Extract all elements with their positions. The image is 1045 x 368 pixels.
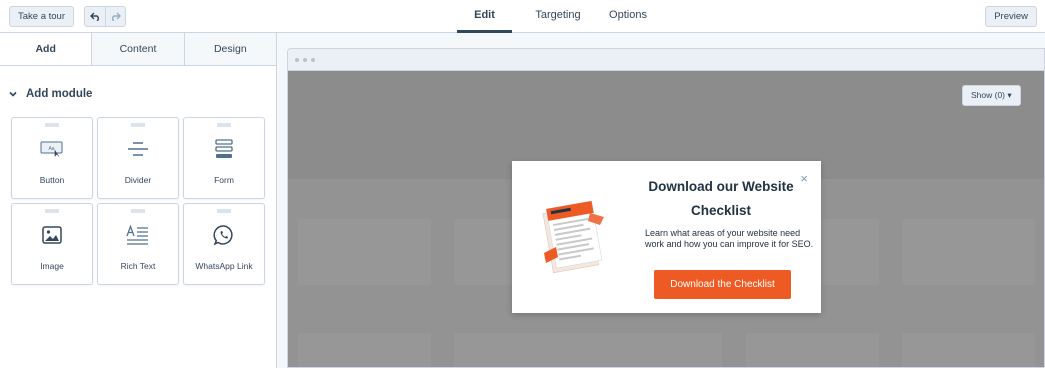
popup-body-text: Learn what areas of your website need wo… [645, 228, 814, 249]
chevron-down-icon [8, 89, 18, 99]
undo-icon[interactable] [85, 7, 105, 26]
top-toolbar: Take a tour Edit Targeting Options Previ… [0, 0, 1045, 33]
rich-text-module-icon [126, 224, 150, 246]
take-a-tour-button[interactable]: Take a tour [9, 6, 74, 27]
module-label: Form [214, 175, 234, 185]
drag-handle-icon [131, 123, 145, 127]
sidebar-tab-design[interactable]: Design [183, 33, 276, 65]
drag-handle-icon [45, 209, 59, 213]
module-label: WhatsApp Link [195, 261, 253, 271]
sidebar-tab-content[interactable]: Content [91, 33, 184, 65]
preview-button[interactable]: Preview [985, 6, 1037, 27]
page-placeholder-block [454, 333, 722, 367]
module-tile-button[interactable]: Aa Button [11, 117, 93, 199]
undo-redo-group [84, 6, 126, 27]
page-placeholder-block [902, 219, 1035, 285]
drag-handle-icon [217, 209, 231, 213]
redo-icon[interactable] [105, 7, 125, 26]
image-module-icon [40, 224, 64, 246]
page-placeholder-block [298, 333, 431, 367]
sidebar: Add Content Design Add module Aa Button … [0, 33, 277, 368]
tab-edit[interactable]: Edit [457, 0, 512, 33]
add-module-toggle[interactable]: Add module [8, 88, 92, 100]
window-dot-icon [295, 57, 299, 62]
svg-text:Aa: Aa [48, 146, 54, 152]
page-placeholder-block [298, 219, 431, 285]
module-tile-image[interactable]: Image [11, 203, 93, 285]
page-placeholder-block [902, 333, 1035, 367]
divider-module-icon [126, 138, 150, 160]
tab-targeting[interactable]: Targeting [526, 0, 590, 33]
page-placeholder-block [746, 333, 879, 367]
show-hidden-button[interactable]: Show (0) ▾ [962, 85, 1021, 106]
popup-form[interactable]: × Download our Website Checklist Learn w… [512, 161, 821, 313]
tab-options[interactable]: Options [604, 0, 652, 33]
window-dot-icon [311, 57, 315, 62]
whatsapp-icon [212, 224, 236, 246]
module-label: Rich Text [120, 261, 156, 271]
button-module-icon: Aa [40, 138, 64, 160]
module-label: Button [39, 175, 65, 185]
module-label: Image [40, 261, 64, 271]
download-checklist-button[interactable]: Download the Checklist [654, 270, 791, 299]
sidebar-tab-add[interactable]: Add [0, 33, 92, 65]
sidebar-tabs: Add Content Design [0, 33, 276, 66]
window-dot-icon [303, 57, 307, 62]
drag-handle-icon [45, 123, 59, 127]
browser-frame-bar [288, 49, 1044, 71]
drag-handle-icon [131, 209, 145, 213]
module-tile-divider[interactable]: Divider [97, 117, 179, 199]
popup-title: Download our Website Checklist [648, 179, 794, 218]
form-module-icon [212, 138, 236, 160]
drag-handle-icon [217, 123, 231, 127]
module-tile-rich-text[interactable]: Rich Text [97, 203, 179, 285]
checklist-document-image [522, 195, 622, 285]
module-grid: Aa Button Divider Form Image Rich Text W… [11, 117, 265, 285]
module-tile-form[interactable]: Form [183, 117, 265, 199]
add-module-title: Add module [26, 88, 93, 100]
module-label: Divider [124, 175, 152, 185]
module-tile-whatsapp-link[interactable]: WhatsApp Link [183, 203, 265, 285]
